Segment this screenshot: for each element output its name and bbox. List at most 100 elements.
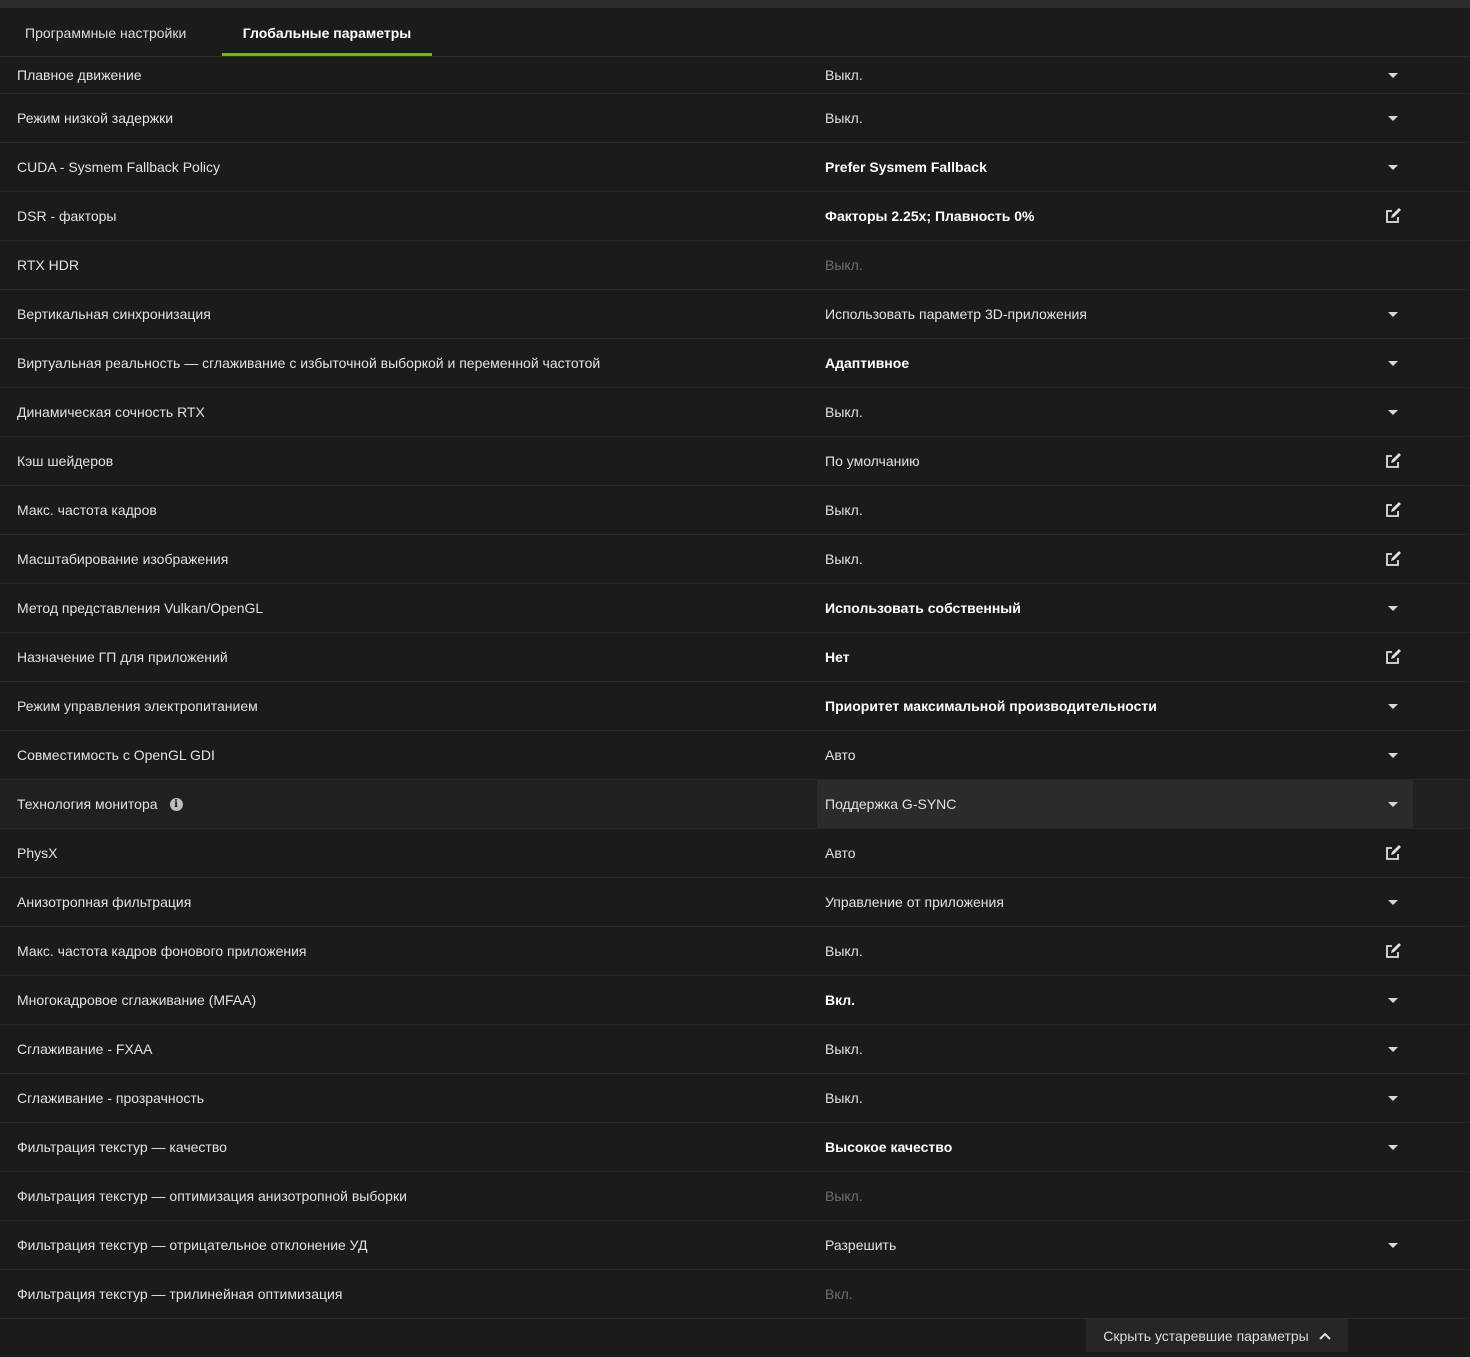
setting-row[interactable]: Анизотропная фильтрация Управление от при… xyxy=(0,878,1470,927)
dropdown-caret-icon[interactable] xyxy=(1382,1074,1404,1122)
setting-label: Фильтрация текстур — трилинейная оптимиз… xyxy=(17,1270,342,1318)
dropdown-caret-icon[interactable] xyxy=(1382,1221,1404,1269)
setting-row[interactable]: Метод представления Vulkan/OpenGL Использ… xyxy=(0,584,1470,633)
setting-label-text: Вертикальная синхронизация xyxy=(17,306,211,322)
dropdown-caret-icon[interactable] xyxy=(1382,339,1404,387)
setting-value[interactable]: Использовать параметр 3D-приложения xyxy=(825,290,1087,338)
setting-row[interactable]: Технология монитора i Поддержка G-SYNC xyxy=(0,780,1470,829)
setting-label-text: Режим низкой задержки xyxy=(17,110,174,126)
setting-value[interactable]: Выкл. xyxy=(825,57,863,93)
setting-label-text: Анизотропная фильтрация xyxy=(17,894,192,910)
setting-value[interactable]: Вкл. xyxy=(825,976,855,1024)
setting-label-text: Макс. частота кадров xyxy=(17,502,157,518)
setting-value[interactable]: Авто xyxy=(825,829,856,877)
setting-value[interactable]: Управление от приложения xyxy=(825,878,1004,926)
setting-label-text: Многокадровое сглаживание (MFAA) xyxy=(17,992,257,1008)
setting-value[interactable]: Prefer Sysmem Fallback xyxy=(825,143,987,191)
setting-value[interactable]: Авто xyxy=(825,731,856,779)
setting-row[interactable]: Сглаживание - FXAA Выкл. xyxy=(0,1025,1470,1074)
setting-label-text: Макс. частота кадров фонового приложения xyxy=(17,943,307,959)
setting-value[interactable]: Факторы 2.25x; Плавность 0% xyxy=(825,192,1035,240)
setting-value[interactable]: Использовать собственный xyxy=(825,584,1021,632)
dropdown-caret-icon[interactable] xyxy=(1382,94,1404,142)
edit-icon[interactable] xyxy=(1382,192,1404,240)
setting-value[interactable]: Выкл. xyxy=(825,927,863,975)
setting-value[interactable]: Выкл. xyxy=(825,94,863,142)
setting-value[interactable]: Выкл. xyxy=(825,1025,863,1073)
setting-row[interactable]: Динамическая сочность RTX Выкл. xyxy=(0,388,1470,437)
hide-deprecated-label: Скрыть устаревшие параметры xyxy=(1103,1327,1309,1344)
setting-label-text: Сглаживание - прозрачность xyxy=(17,1090,205,1106)
setting-row[interactable]: Плавное движение Выкл. xyxy=(0,57,1470,94)
setting-value[interactable]: Приоритет максимальной производительност… xyxy=(825,682,1157,730)
setting-value: Выкл. xyxy=(825,1188,863,1204)
dropdown-caret-icon[interactable] xyxy=(1382,388,1404,436)
setting-row[interactable]: Режим низкой задержки Выкл. xyxy=(0,94,1470,143)
setting-value[interactable]: По умолчанию xyxy=(825,437,920,485)
setting-row[interactable]: Кэш шейдеров По умолчанию xyxy=(0,437,1470,486)
setting-value[interactable]: Выкл. xyxy=(825,1074,863,1122)
hide-deprecated-button[interactable]: Скрыть устаревшие параметры xyxy=(1086,1319,1348,1352)
edit-icon[interactable] xyxy=(1382,633,1404,681)
dropdown-caret-icon[interactable] xyxy=(1382,143,1404,191)
setting-row[interactable]: Макс. частота кадров фонового приложения… xyxy=(0,927,1470,976)
setting-value[interactable]: Разрешить xyxy=(825,1221,896,1269)
setting-value[interactable]: Выкл. xyxy=(825,535,863,583)
chevron-up-icon xyxy=(1319,1332,1331,1340)
dropdown-caret-icon[interactable] xyxy=(1382,57,1404,93)
dropdown-caret-icon[interactable] xyxy=(1382,1025,1404,1073)
edit-icon[interactable] xyxy=(1382,927,1404,975)
dropdown-caret-icon[interactable] xyxy=(1382,1123,1404,1171)
setting-label: Режим низкой задержки xyxy=(17,94,173,142)
edit-icon[interactable] xyxy=(1382,535,1404,583)
setting-row[interactable]: PhysX Авто xyxy=(0,829,1470,878)
window-top-strip xyxy=(0,0,1470,8)
setting-row[interactable]: Совместимость с OpenGL GDI Авто xyxy=(0,731,1470,780)
setting-label: Масштабирование изображения xyxy=(17,535,228,583)
setting-row[interactable]: Фильтрация текстур — качество Высокое кач… xyxy=(0,1123,1470,1172)
setting-label-text: Плавное движение xyxy=(17,67,142,83)
dropdown-caret-icon[interactable] xyxy=(1382,780,1404,828)
setting-label: CUDA - Sysmem Fallback Policy xyxy=(17,143,220,191)
setting-label-text: Динамическая сочность RTX xyxy=(17,404,205,420)
setting-label: PhysX xyxy=(17,829,57,877)
dropdown-caret-icon[interactable] xyxy=(1382,290,1404,338)
edit-icon[interactable] xyxy=(1382,486,1404,534)
tab-global-settings[interactable]: Глобальные параметры xyxy=(222,8,432,56)
setting-row[interactable]: DSR - факторы Факторы 2.25x; Плавность 0% xyxy=(0,192,1470,241)
setting-row[interactable]: Фильтрация текстур — оптимизация анизотр… xyxy=(0,1172,1470,1221)
setting-label: Кэш шейдеров xyxy=(17,437,113,485)
setting-row[interactable]: CUDA - Sysmem Fallback Policy Prefer Sysm… xyxy=(0,143,1470,192)
setting-label: Вертикальная синхронизация xyxy=(17,290,211,338)
tab-program-settings[interactable]: Программные настройки xyxy=(25,8,200,56)
setting-row[interactable]: Масштабирование изображения Выкл. xyxy=(0,535,1470,584)
setting-row[interactable]: RTX HDR Выкл. xyxy=(0,241,1470,290)
setting-row[interactable]: Режим управления электропитанием Приорите… xyxy=(0,682,1470,731)
setting-value[interactable]: Поддержка G-SYNC xyxy=(825,780,956,828)
setting-value[interactable]: Выкл. xyxy=(825,486,863,534)
setting-label: Фильтрация текстур — качество xyxy=(17,1123,227,1171)
setting-label-text: CUDA - Sysmem Fallback Policy xyxy=(17,159,221,175)
edit-icon[interactable] xyxy=(1382,829,1404,877)
setting-row[interactable]: Макс. частота кадров Выкл. xyxy=(0,486,1470,535)
setting-value[interactable]: Высокое качество xyxy=(825,1123,952,1171)
setting-row[interactable]: Фильтрация текстур — трилинейная оптимиз… xyxy=(0,1270,1470,1319)
setting-row[interactable]: Виртуальная реальность — сглаживание с и… xyxy=(0,339,1470,388)
setting-row[interactable]: Вертикальная синхронизация Использовать п… xyxy=(0,290,1470,339)
setting-row[interactable]: Сглаживание - прозрачность Выкл. xyxy=(0,1074,1470,1123)
dropdown-caret-icon[interactable] xyxy=(1382,731,1404,779)
setting-row[interactable]: Назначение ГП для приложений Нет xyxy=(0,633,1470,682)
dropdown-caret-icon[interactable] xyxy=(1382,878,1404,926)
dropdown-caret-icon[interactable] xyxy=(1382,682,1404,730)
setting-label: Макс. частота кадров xyxy=(17,486,157,534)
setting-value[interactable]: Выкл. xyxy=(825,388,863,436)
edit-icon[interactable] xyxy=(1382,437,1404,485)
info-icon[interactable]: i xyxy=(169,797,183,811)
dropdown-caret-icon[interactable] xyxy=(1382,976,1404,1024)
setting-row[interactable]: Фильтрация текстур — отрицательное откло… xyxy=(0,1221,1470,1270)
setting-row[interactable]: Многокадровое сглаживание (MFAA) Вкл. xyxy=(0,976,1470,1025)
setting-value[interactable]: Адаптивное xyxy=(825,339,909,387)
dropdown-caret-icon[interactable] xyxy=(1382,584,1404,632)
setting-value[interactable]: Нет xyxy=(825,633,850,681)
setting-label-text: Совместимость с OpenGL GDI xyxy=(17,747,215,763)
